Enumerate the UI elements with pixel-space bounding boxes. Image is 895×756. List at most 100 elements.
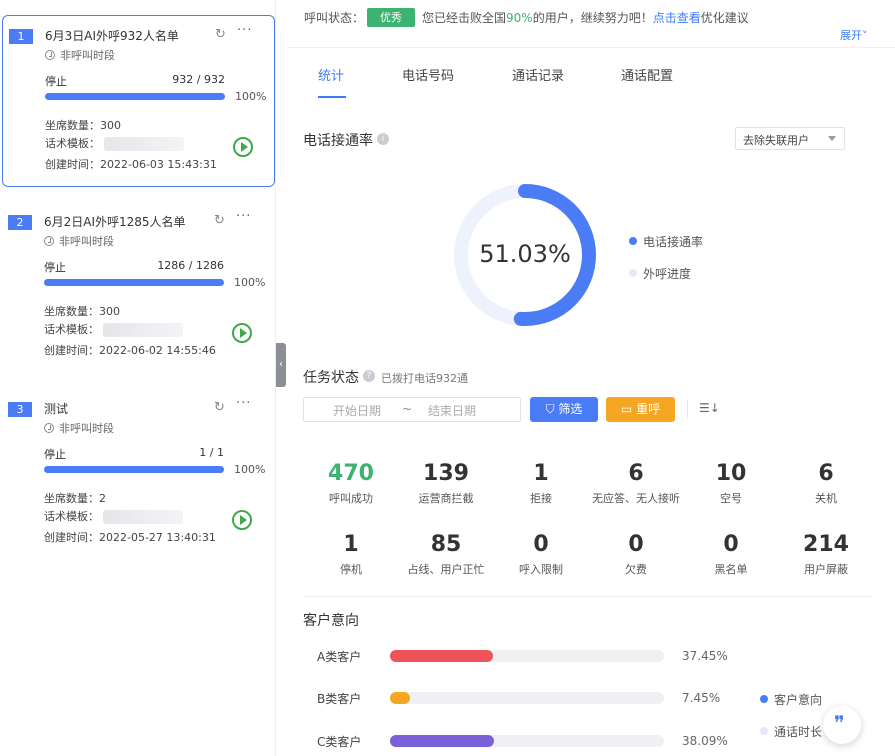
intent-track (390, 650, 664, 662)
caret-down-icon (828, 136, 836, 141)
task-status-title: 任务状态? 已拨打电话932通 (303, 370, 468, 386)
stat-value: 6 (818, 461, 834, 486)
legend-dot (629, 237, 637, 245)
status-label: 呼叫状态： (304, 11, 365, 25)
task-card[interactable]: 3 测试 ↻ ··· 非呼叫时段 停止 1 / 1 100% 坐席数量：2 话术模… (2, 389, 275, 561)
task-progress-bar (45, 93, 225, 100)
task-title: 6月3日AI外呼932人名单 (45, 29, 179, 43)
status-badge: 优秀 (367, 8, 415, 27)
call-status-bar: 呼叫状态： 优秀 您已经击败全国90%的用户，继续努力吧！点击查看优化建议 展开… (288, 0, 895, 48)
tab-call-config[interactable]: 通话配置 (621, 65, 673, 84)
task-index: 3 (8, 402, 32, 417)
refresh-icon[interactable]: ↻ (214, 213, 225, 228)
intent-label: B类客户 (317, 692, 362, 706)
task-seats: 坐席数量：300 (44, 305, 120, 318)
intent-pct: 38.09% (682, 734, 728, 748)
tab-bar: 统计 电话号码 通话记录 通话配置 (288, 50, 895, 100)
task-state-row: 停止 932 / 932 (45, 73, 225, 88)
stat-value: 6 (628, 461, 644, 486)
stat-value: 0 (723, 532, 739, 557)
tab-stats[interactable]: 统计 (318, 65, 344, 84)
legend-dot (760, 695, 768, 703)
more-icon[interactable]: ··· (236, 209, 251, 224)
play-icon[interactable] (233, 137, 253, 157)
intent-label: C类客户 (317, 735, 362, 749)
chat-fab-button[interactable] (823, 706, 861, 744)
info-icon[interactable]: ? (363, 370, 375, 382)
task-progress-pct: 100% (234, 463, 266, 476)
filter-select[interactable]: 去除失联用户 (735, 127, 845, 150)
more-icon[interactable]: ··· (236, 396, 251, 411)
task-period: 非呼叫时段 (45, 47, 115, 63)
play-icon[interactable] (232, 510, 252, 530)
tab-call-records[interactable]: 通话记录 (512, 65, 564, 84)
task-list: 1 6月3日AI外呼932人名单 ↻ ··· 非呼叫时段 停止 932 / 932… (0, 0, 276, 756)
intent-track (390, 735, 664, 747)
task-index: 1 (9, 29, 33, 44)
task-progress-bar (44, 279, 224, 286)
task-created: 创建时间：2022-06-03 15:43:31 (45, 158, 217, 171)
stat-value: 1 (533, 461, 549, 486)
task-card[interactable]: 2 6月2日AI外呼1285人名单 ↻ ··· 非呼叫时段 停止 1286 / 1… (2, 202, 275, 374)
stat-label: 欠费 (625, 563, 647, 576)
task-card[interactable]: 1 6月3日AI外呼932人名单 ↻ ··· 非呼叫时段 停止 932 / 932… (2, 15, 275, 187)
info-icon[interactable]: i (377, 133, 389, 145)
task-template: 话术模板： (44, 321, 183, 337)
task-created: 创建时间：2022-06-02 14:55:46 (44, 344, 216, 357)
legend-call-duration: 通话时长 (760, 723, 822, 740)
stat-value: 139 (423, 461, 469, 486)
play-icon[interactable] (232, 323, 252, 343)
task-period: 非呼叫时段 (44, 420, 114, 436)
legend-dot (629, 269, 637, 277)
legend-dot (760, 727, 768, 735)
task-progress-pct: 100% (235, 90, 267, 103)
more-icon[interactable]: ··· (237, 23, 252, 38)
refresh-icon[interactable]: ↻ (215, 27, 226, 42)
tab-phone-numbers[interactable]: 电话号码 (402, 65, 454, 84)
filter-button[interactable]: ⛉ 筛选 (530, 397, 598, 422)
refresh-icon[interactable]: ↻ (214, 400, 225, 415)
connect-rate-title: 电话接通率 i (303, 130, 389, 150)
intent-pct: 37.45% (682, 649, 728, 663)
sort-icon[interactable]: ☰↓ (699, 401, 720, 415)
collapse-handle[interactable]: ‹ (276, 343, 286, 387)
intent-title: 客户意向 (303, 613, 359, 629)
divider (687, 400, 688, 418)
stat-item: 0 呼入限制 (491, 532, 591, 577)
intent-label: A类客户 (317, 650, 362, 664)
stat-item: 1 停机 (301, 532, 401, 577)
task-period: 非呼叫时段 (44, 233, 114, 249)
legend-connect-rate: 电话接通率 (629, 233, 703, 250)
view-link[interactable]: 点击查看 (653, 11, 701, 25)
stat-item: 10 空号 (681, 461, 781, 506)
stat-label: 关机 (815, 492, 837, 505)
stat-item: 470 呼叫成功 (301, 461, 401, 506)
task-state-row: 停止 1286 / 1286 (44, 259, 224, 274)
task-state-row: 停止 1 / 1 (44, 446, 224, 461)
stat-value: 470 (328, 461, 374, 486)
task-title: 6月2日AI外呼1285人名单 (44, 215, 186, 229)
stat-item: 6 关机 (776, 461, 876, 506)
expand-button[interactable]: 展开˅ (840, 27, 868, 43)
task-index: 2 (8, 215, 32, 230)
stat-label: 呼叫成功 (329, 492, 373, 505)
date-range-picker[interactable]: 开始日期 ~ 结束日期 (303, 397, 521, 422)
chat-icon: ▭ (620, 402, 637, 416)
stat-label: 无应答、无人接听 (592, 492, 680, 505)
stat-value: 10 (715, 461, 747, 486)
stat-value: 0 (628, 532, 644, 557)
stat-label: 拒接 (530, 492, 552, 505)
divider (303, 596, 873, 597)
stat-label: 空号 (720, 492, 742, 505)
task-seats: 坐席数量：300 (45, 119, 121, 132)
redial-button[interactable]: ▭ 重呼 (606, 397, 675, 422)
legend-call-progress: 外呼进度 (629, 265, 691, 282)
stat-label: 停机 (340, 563, 362, 576)
stat-value: 0 (533, 532, 549, 557)
stat-item: 6 无应答、无人接听 (586, 461, 686, 506)
stat-label: 运营商拦截 (418, 492, 474, 505)
task-created: 创建时间：2022-05-27 13:40:31 (44, 531, 216, 544)
task-template: 话术模板： (44, 508, 183, 524)
chevron-down-icon: ˅ (862, 29, 868, 42)
detail-panel: 呼叫状态： 优秀 您已经击败全国90%的用户，继续努力吧！点击查看优化建议 展开… (288, 0, 895, 756)
